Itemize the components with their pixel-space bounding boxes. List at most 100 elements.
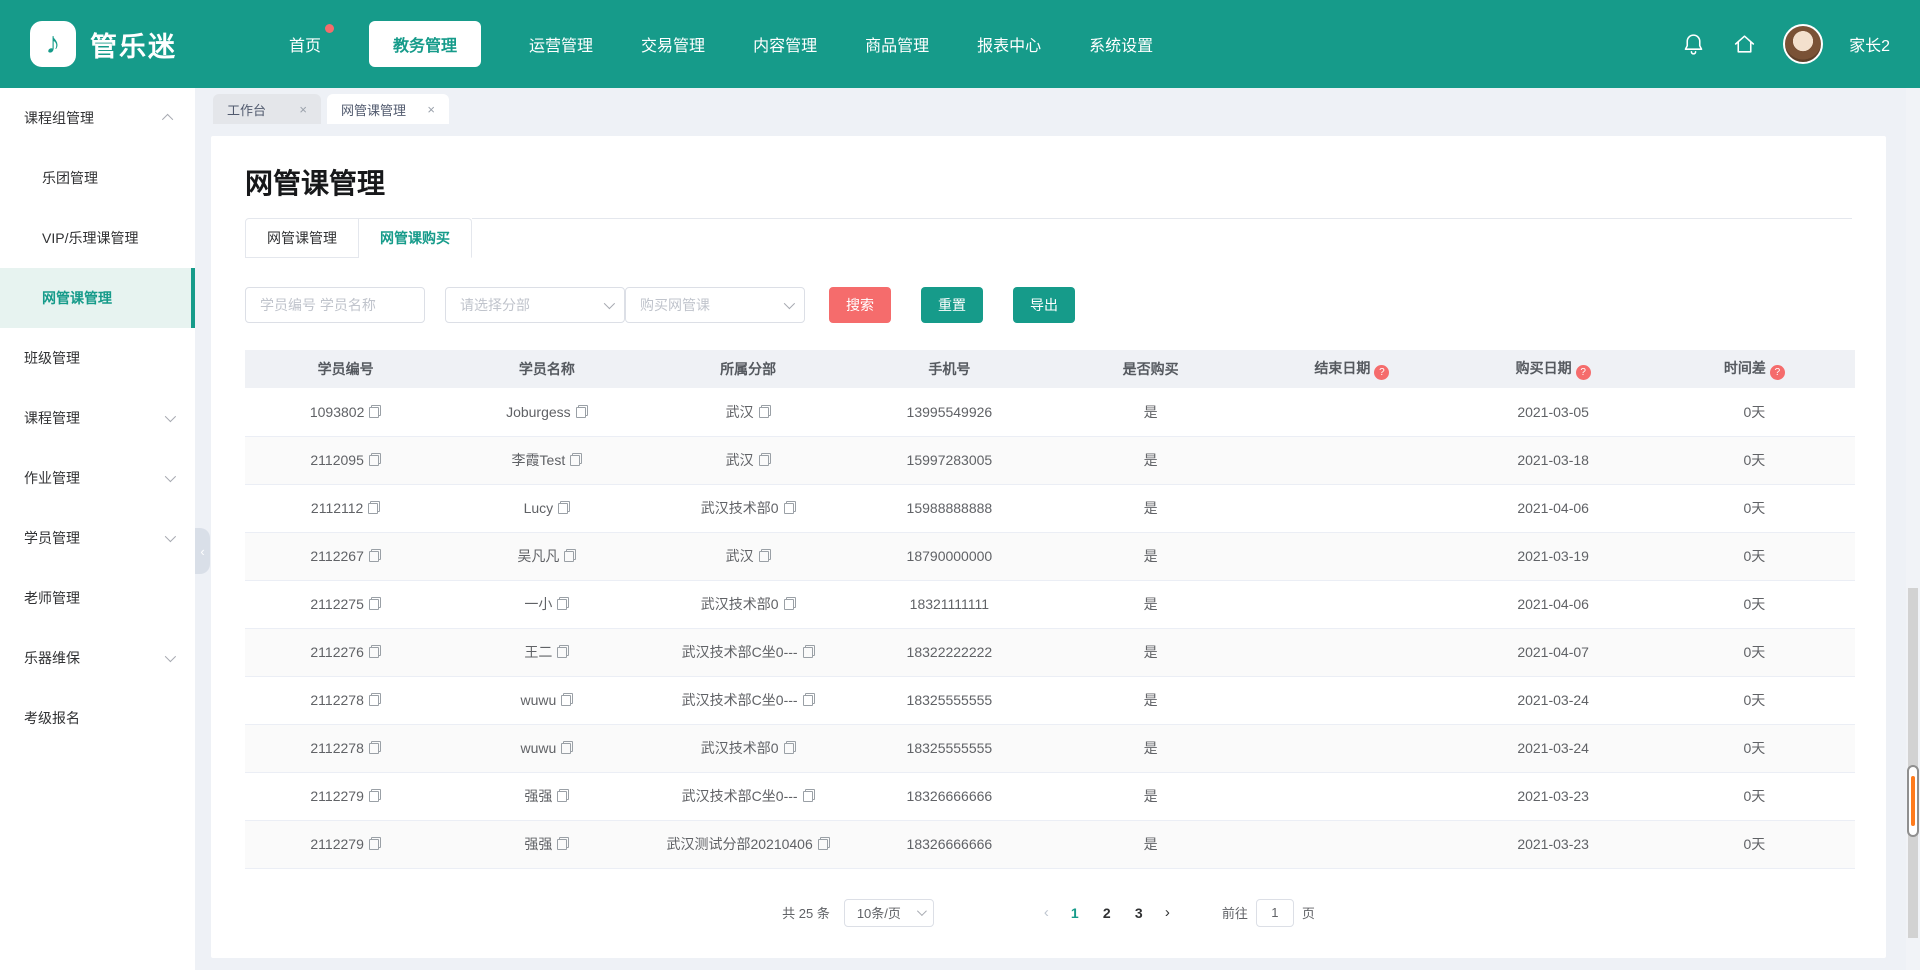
copy-icon[interactable]: [561, 741, 573, 754]
reset-button[interactable]: 重置: [921, 287, 983, 323]
copy-icon[interactable]: [759, 549, 771, 562]
sidebar-item[interactable]: 乐器维保: [0, 628, 195, 688]
sidebar-item[interactable]: 乐团管理: [0, 148, 195, 208]
close-icon[interactable]: ×: [427, 102, 435, 117]
nav-item[interactable]: 商品管理: [865, 21, 929, 67]
content-area: 工作台×网管课管理× 网管课管理 网管课管理网管课购买 请选择分部 购买网管课 …: [195, 88, 1920, 970]
copy-icon[interactable]: [561, 693, 573, 706]
export-button[interactable]: 导出: [1013, 287, 1075, 323]
copy-icon[interactable]: [803, 645, 815, 658]
sidebar-item[interactable]: 网管课管理: [0, 268, 195, 328]
table-cell: 李霞Test: [446, 436, 647, 484]
copy-icon[interactable]: [369, 453, 381, 466]
copy-icon[interactable]: [570, 453, 582, 466]
copy-icon[interactable]: [369, 405, 381, 418]
branch-select[interactable]: 请选择分部: [445, 287, 625, 323]
cell-value: 0天: [1743, 596, 1765, 612]
table-cell: [1251, 820, 1452, 868]
next-page-arrow[interactable]: ›: [1155, 904, 1180, 921]
vertical-scrollbar[interactable]: [1906, 88, 1920, 970]
copy-icon[interactable]: [557, 789, 569, 802]
page-number[interactable]: 3: [1123, 905, 1155, 921]
column-header-label: 时间差: [1724, 360, 1766, 376]
copy-icon[interactable]: [369, 837, 381, 850]
copy-icon[interactable]: [564, 549, 576, 562]
cell-value: 2112275: [310, 596, 363, 612]
help-icon[interactable]: ?: [1374, 365, 1389, 380]
table-cell: 18790000000: [849, 532, 1050, 580]
open-tab[interactable]: 网管课管理×: [327, 94, 449, 124]
sidebar-item[interactable]: VIP/乐理课管理: [0, 208, 195, 268]
copy-icon[interactable]: [369, 549, 381, 562]
page-number[interactable]: 2: [1091, 905, 1123, 921]
cell-value: 武汉: [726, 452, 754, 468]
open-tabs-strip: 工作台×网管课管理×: [195, 88, 1920, 124]
cell-value: 是: [1144, 596, 1158, 612]
copy-icon[interactable]: [369, 693, 381, 706]
copy-icon[interactable]: [557, 645, 569, 658]
column-header-label: 学员名称: [519, 361, 575, 377]
user-avatar[interactable]: [1783, 24, 1823, 64]
sidebar-item[interactable]: 学员管理: [0, 508, 195, 568]
copy-icon[interactable]: [368, 501, 380, 514]
copy-icon[interactable]: [369, 597, 381, 610]
search-button[interactable]: 搜索: [829, 287, 891, 323]
section-tab[interactable]: 网管课购买: [359, 218, 472, 258]
sidebar-item[interactable]: 课程管理: [0, 388, 195, 448]
copy-icon[interactable]: [558, 501, 570, 514]
nav-item-label: 运营管理: [529, 38, 593, 55]
open-tab[interactable]: 工作台×: [213, 94, 321, 124]
cell-value: 2021-04-06: [1517, 500, 1589, 516]
cell-value: 2021-03-23: [1517, 788, 1589, 804]
copy-icon[interactable]: [759, 405, 771, 418]
course-select[interactable]: 购买网管课: [625, 287, 805, 323]
copy-icon[interactable]: [759, 453, 771, 466]
nav-item[interactable]: 运营管理: [529, 21, 593, 67]
sidebar-item[interactable]: 作业管理: [0, 448, 195, 508]
section-tab[interactable]: 网管课管理: [245, 218, 359, 258]
copy-icon[interactable]: [369, 789, 381, 802]
nav-item[interactable]: 交易管理: [641, 21, 705, 67]
cell-value: 是: [1144, 836, 1158, 852]
copy-icon[interactable]: [784, 501, 796, 514]
sidebar-item[interactable]: 班级管理: [0, 328, 195, 388]
copy-icon[interactable]: [784, 597, 796, 610]
copy-icon[interactable]: [369, 741, 381, 754]
cell-value: 是: [1144, 548, 1158, 564]
copy-icon[interactable]: [557, 837, 569, 850]
goto-page-input[interactable]: [1256, 899, 1294, 927]
copy-icon[interactable]: [784, 741, 796, 754]
copy-icon[interactable]: [557, 597, 569, 610]
sidebar-item[interactable]: 课程组管理: [0, 88, 195, 148]
sidebar-item[interactable]: 老师管理: [0, 568, 195, 628]
nav-item[interactable]: 报表中心: [977, 21, 1041, 67]
copy-icon[interactable]: [818, 837, 830, 850]
copy-icon[interactable]: [803, 693, 815, 706]
table-cell: 0天: [1654, 436, 1855, 484]
copy-icon[interactable]: [369, 645, 381, 658]
table-cell: 武汉技术部0: [648, 724, 849, 772]
nav-item[interactable]: 系统设置: [1089, 21, 1153, 67]
nav-item-label: 首页: [289, 38, 321, 55]
sidebar-collapse-handle[interactable]: ‹: [195, 528, 210, 574]
notification-bell-icon[interactable]: [1681, 32, 1706, 57]
page-size-select[interactable]: 10条/页: [844, 899, 934, 927]
user-name[interactable]: 家长2: [1849, 32, 1890, 56]
help-icon[interactable]: ?: [1576, 365, 1591, 380]
nav-item[interactable]: 内容管理: [753, 21, 817, 67]
table-cell: 2112278: [245, 676, 446, 724]
nav-item[interactable]: 教务管理: [369, 21, 481, 67]
scrollbar-track[interactable]: [1908, 588, 1918, 938]
prev-page-arrow[interactable]: ‹: [1034, 904, 1059, 921]
student-search-input[interactable]: [245, 287, 425, 323]
copy-icon[interactable]: [803, 789, 815, 802]
sidebar-item[interactable]: 考级报名: [0, 688, 195, 748]
scrollbar-thumb[interactable]: [1907, 765, 1919, 837]
home-icon[interactable]: [1732, 32, 1757, 57]
page-number[interactable]: 1: [1059, 905, 1091, 921]
nav-item[interactable]: 首页: [289, 21, 321, 67]
close-icon[interactable]: ×: [299, 102, 307, 117]
app-logo[interactable]: ♪ 管乐迷: [30, 21, 177, 67]
help-icon[interactable]: ?: [1770, 365, 1785, 380]
copy-icon[interactable]: [576, 405, 588, 418]
